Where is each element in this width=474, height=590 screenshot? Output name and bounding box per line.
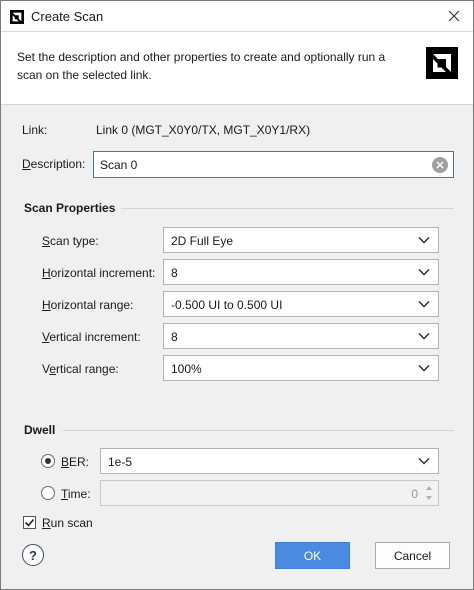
chevron-down-icon: [418, 268, 430, 276]
scan-type-label: Scan type:: [42, 234, 99, 248]
vertical-increment-label: Vertical increment:: [42, 330, 141, 344]
time-label[interactable]: Time:: [61, 487, 91, 501]
cancel-button[interactable]: Cancel: [375, 542, 450, 569]
ok-button[interactable]: OK: [275, 542, 350, 569]
run-scan-label[interactable]: Run scan: [42, 516, 93, 530]
horizontal-range-label: Horizontal range:: [42, 298, 134, 312]
ber-radio[interactable]: [41, 454, 55, 468]
dwell-title: Dwell: [24, 423, 56, 437]
chevron-down-icon: [418, 457, 430, 465]
time-value: 0: [411, 487, 418, 501]
chevron-down-icon: [418, 300, 430, 308]
horizontal-increment-select[interactable]: 8: [163, 259, 439, 285]
scan-properties-title: Scan Properties: [24, 201, 116, 215]
dialog-header: Set the description and other properties…: [1, 32, 473, 105]
scan-type-select[interactable]: 2D Full Eye: [163, 227, 439, 253]
header-description: Set the description and other properties…: [17, 50, 386, 82]
run-scan-checkbox[interactable]: [23, 516, 36, 529]
window-title: Create Scan: [31, 9, 104, 24]
help-button[interactable]: ?: [22, 544, 44, 566]
ber-select[interactable]: 1e-5: [100, 448, 439, 474]
vertical-increment-select[interactable]: 8: [163, 323, 439, 349]
close-icon[interactable]: [443, 5, 465, 27]
chevron-down-icon: [418, 332, 430, 340]
description-input[interactable]: Scan 0: [93, 151, 454, 178]
section-divider: [121, 208, 454, 209]
horizontal-range-select[interactable]: -0.500 UI to 0.500 UI: [163, 291, 439, 317]
spin-down-icon[interactable]: [424, 494, 434, 502]
description-value: Scan 0: [100, 158, 138, 172]
time-radio[interactable]: [41, 486, 55, 500]
time-spinner[interactable]: 0: [100, 480, 439, 506]
amd-logo-icon: [426, 47, 458, 79]
chevron-down-icon: [418, 364, 430, 372]
vertical-range-label: Vertical range:: [42, 362, 119, 376]
vertical-range-select[interactable]: 100%: [163, 355, 439, 381]
ber-label[interactable]: BER:: [61, 455, 89, 469]
checkmark-icon: [24, 518, 35, 527]
amd-logo-icon: [10, 10, 24, 24]
title-bar: Create Scan: [1, 1, 473, 32]
link-label: Link:: [22, 123, 48, 137]
description-label: Description:: [22, 157, 86, 171]
horizontal-increment-label: Horizontal increment:: [42, 266, 156, 280]
section-divider: [63, 430, 454, 431]
spin-up-icon[interactable]: [424, 484, 434, 492]
clear-input-icon[interactable]: [432, 157, 448, 173]
link-value: Link 0 (MGT_X0Y0/TX, MGT_X0Y1/RX): [96, 123, 311, 137]
create-scan-dialog: Create Scan Set the description and othe…: [0, 0, 474, 590]
chevron-down-icon: [418, 236, 430, 244]
